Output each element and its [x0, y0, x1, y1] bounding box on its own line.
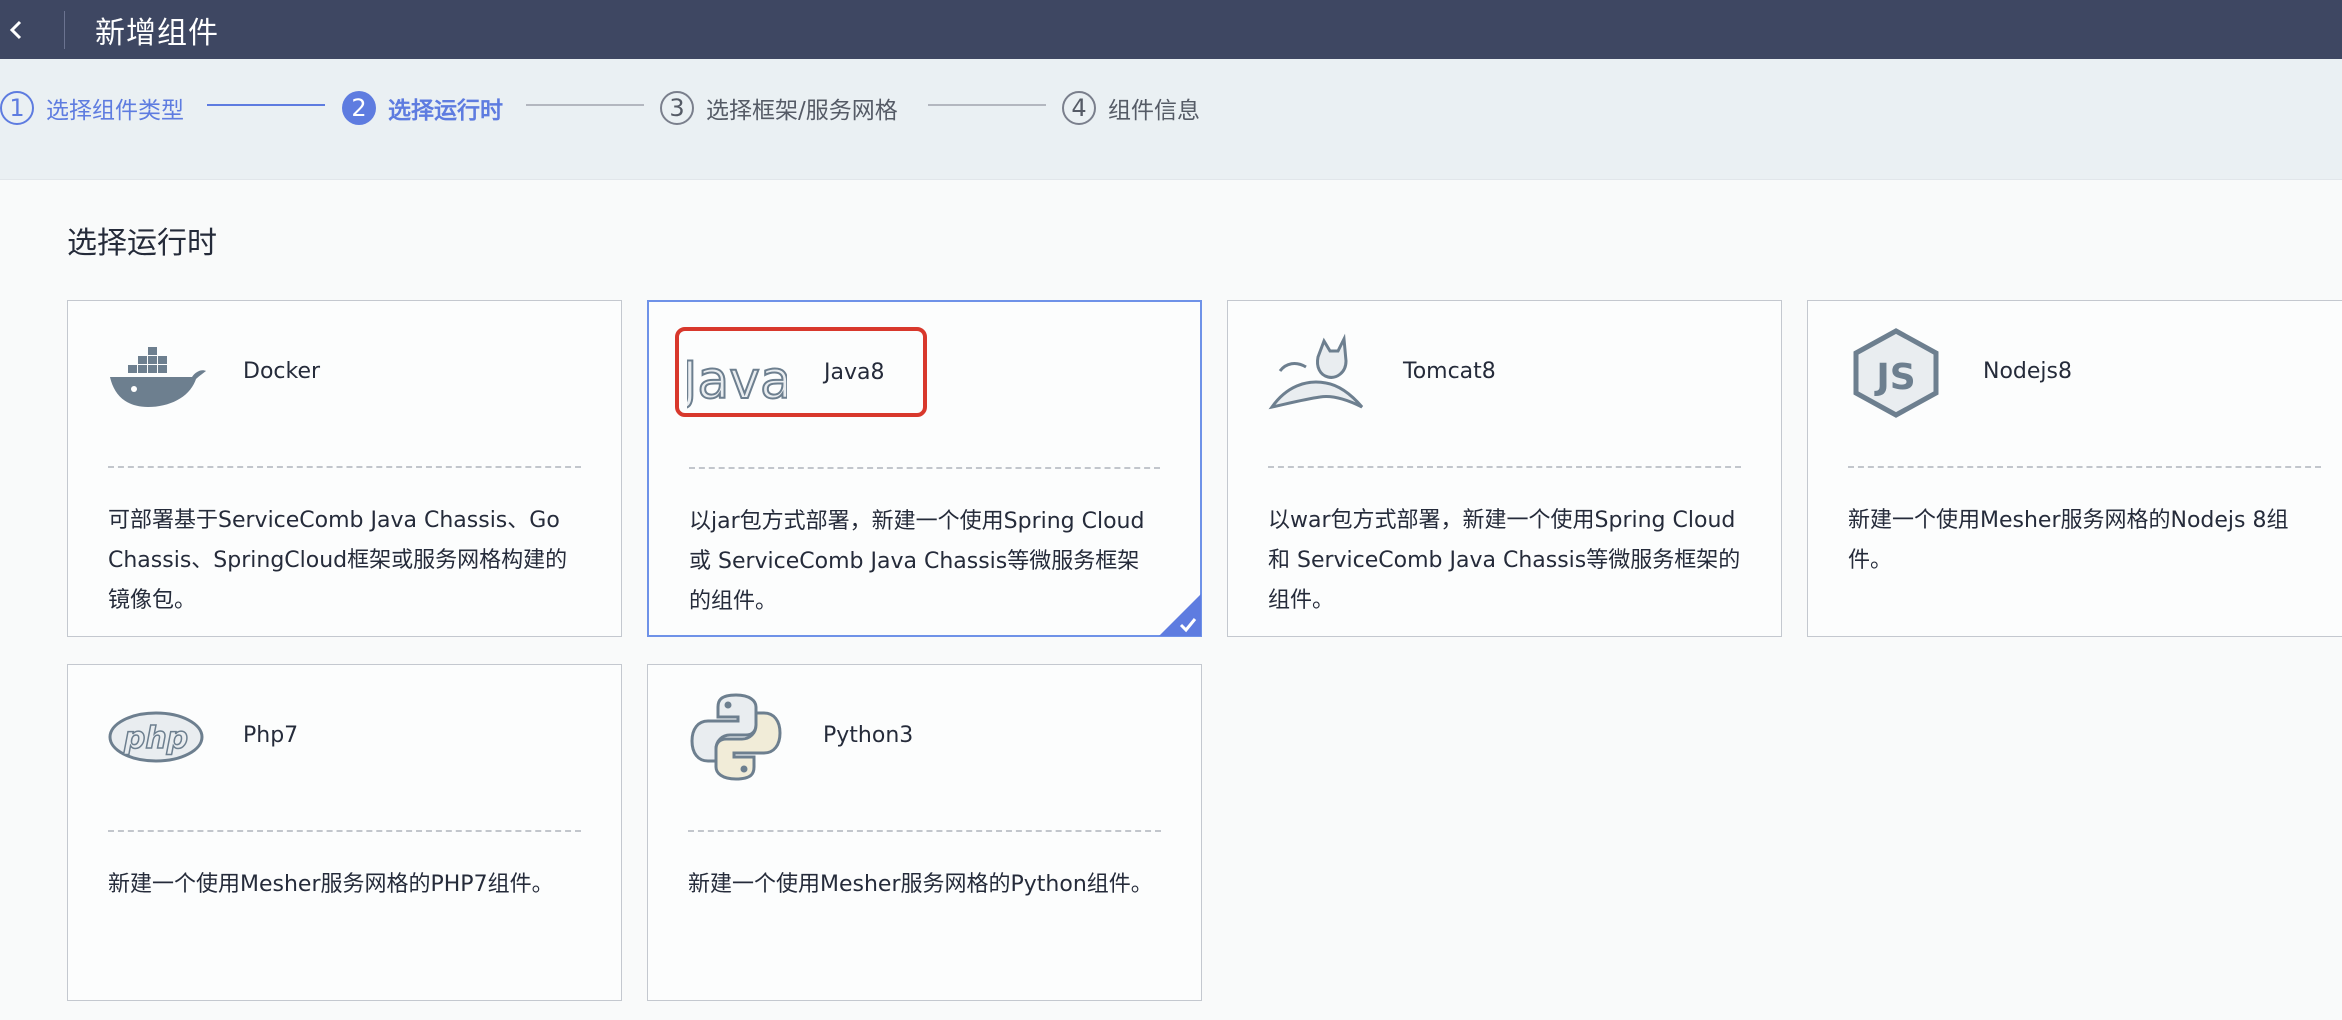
- step-2-number: 2: [342, 91, 376, 125]
- tomcat-icon: [1268, 333, 1364, 410]
- step-3-label: 选择框架/服务网格: [706, 98, 898, 124]
- card-divider: [108, 466, 581, 468]
- step-2-label: 选择运行时: [388, 98, 503, 124]
- runtime-card-nodejs8[interactable]: JS Nodejs8 新建一个使用Mesher服务网格的Nodejs 8组件。: [1807, 300, 2342, 637]
- chevron-left-icon: [9, 20, 22, 39]
- runtime-description: 可部署基于ServiceComb Java Chassis、Go Chassis…: [108, 508, 568, 613]
- step-1-number: 1: [0, 91, 34, 125]
- python-icon: [690, 693, 782, 781]
- runtime-description: 新建一个使用Mesher服务网格的PHP7组件。: [108, 872, 554, 897]
- step-3[interactable]: 3 选择框架/服务网格: [660, 85, 898, 131]
- runtime-description: 新建一个使用Mesher服务网格的Nodejs 8组件。: [1848, 508, 2289, 573]
- selected-check-icon: [1159, 594, 1201, 636]
- nodejs-icon: JS: [1853, 328, 1939, 418]
- step-2[interactable]: 2 选择运行时: [342, 85, 503, 131]
- card-divider: [108, 830, 581, 832]
- step-3-number: 3: [660, 91, 694, 125]
- runtime-card-docker[interactable]: Docker 可部署基于ServiceComb Java Chassis、Go …: [67, 300, 622, 637]
- runtime-description: 以jar包方式部署，新建一个使用Spring Cloud 或 ServiceCo…: [689, 509, 1145, 614]
- step-4[interactable]: 4 组件信息: [1062, 85, 1200, 131]
- runtime-name: Python3: [823, 723, 914, 748]
- step-connector-3: [928, 104, 1046, 106]
- php-icon: php: [108, 711, 204, 763]
- back-button[interactable]: [0, 10, 34, 50]
- runtime-name: Docker: [243, 359, 321, 384]
- step-1-label: 选择组件类型: [46, 98, 184, 124]
- runtime-name: Tomcat8: [1403, 359, 1496, 384]
- step-4-label: 组件信息: [1108, 98, 1200, 124]
- highlight-annotation-box: [675, 327, 927, 417]
- step-connector-2: [526, 104, 644, 106]
- step-4-number: 4: [1062, 91, 1096, 125]
- section-title: 选择运行时: [67, 226, 217, 261]
- runtime-card-python3[interactable]: Python3 新建一个使用Mesher服务网格的Python组件。: [647, 664, 1202, 1001]
- runtime-description: 以war包方式部署，新建一个使用Spring Cloud 和 ServiceCo…: [1268, 508, 1741, 613]
- step-connector-1: [207, 104, 325, 106]
- card-divider: [1268, 466, 1741, 468]
- card-divider: [689, 467, 1160, 469]
- runtime-name: Nodejs8: [1983, 359, 2072, 384]
- runtime-name: Php7: [243, 723, 299, 748]
- page-title: 新增组件: [95, 15, 219, 51]
- card-divider: [1848, 466, 2321, 468]
- runtime-description: 新建一个使用Mesher服务网格的Python组件。: [688, 872, 1153, 897]
- runtime-card-php7[interactable]: php Php7 新建一个使用Mesher服务网格的PHP7组件。: [67, 664, 622, 1001]
- runtime-card-tomcat8[interactable]: Tomcat8 以war包方式部署，新建一个使用Spring Cloud 和 S…: [1227, 300, 1782, 637]
- card-divider: [688, 830, 1161, 832]
- step-1[interactable]: 1 选择组件类型: [0, 85, 184, 131]
- php-logo-text: php: [123, 721, 188, 756]
- docker-icon: [110, 347, 206, 407]
- topbar-divider: [64, 10, 65, 49]
- top-bar: 新增组件: [0, 0, 2342, 59]
- nodejs-logo-text: JS: [1873, 357, 1915, 398]
